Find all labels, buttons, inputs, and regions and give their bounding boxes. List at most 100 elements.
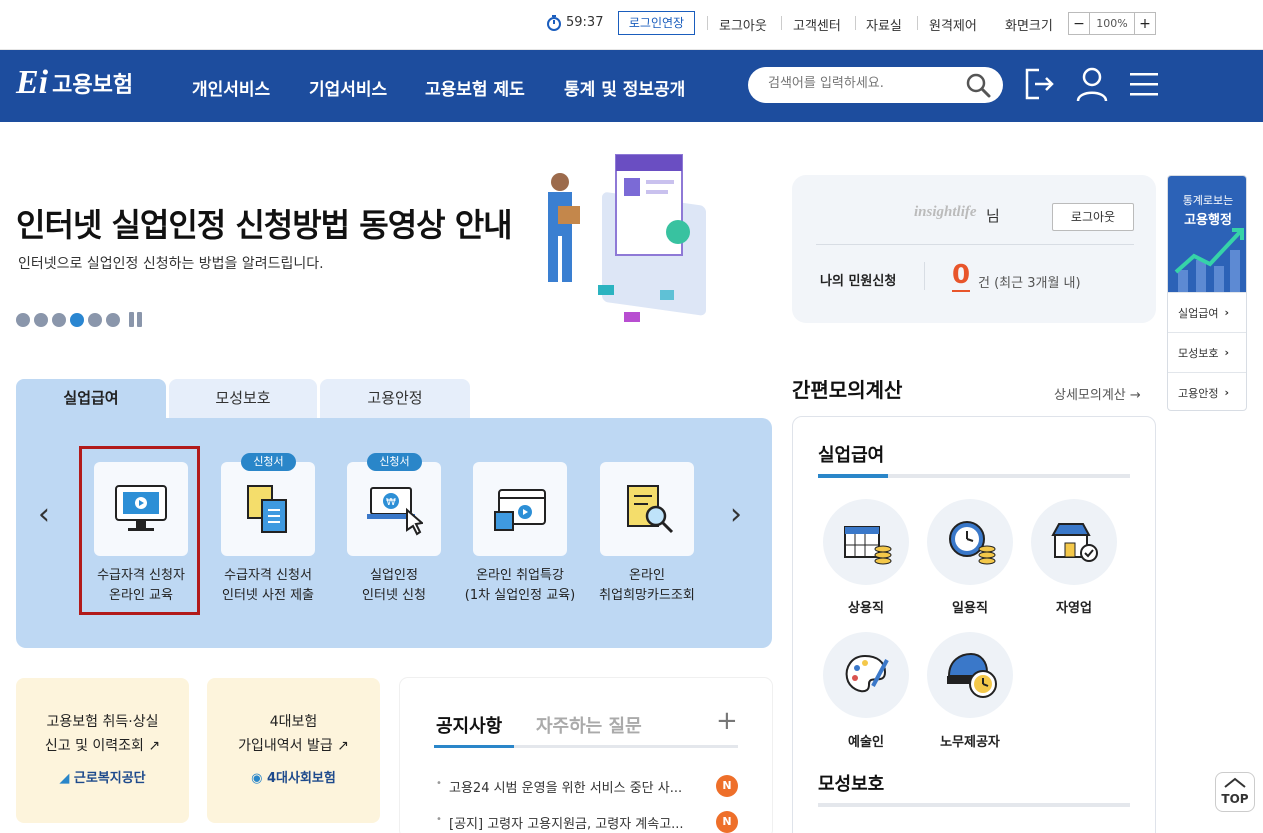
user-suffix: 님 xyxy=(986,207,1000,225)
hero-subtitle: 인터넷으로 실업인정 신청하는 방법을 알려드립니다. xyxy=(18,256,324,272)
calendar-coins-icon xyxy=(844,526,892,565)
video-player-icon xyxy=(494,489,546,531)
extend-login-button[interactable]: 로그인연장 xyxy=(618,11,695,35)
hamburger-menu-icon[interactable] xyxy=(1130,72,1158,102)
logo-mark: Ei xyxy=(16,64,49,101)
calculator-title: 간편모의계산 xyxy=(792,378,903,402)
chevron-right-icon: › xyxy=(1224,386,1230,399)
slide-dot[interactable] xyxy=(16,312,30,327)
utility-bar: 59:37 로그인연장 로그아웃 고객센터 자료실 원격제어 화면크기 − 10… xyxy=(0,0,1263,50)
application-count[interactable]: 0 xyxy=(952,260,971,292)
side-link-employment-stability[interactable]: 고용안정 › xyxy=(1168,372,1246,410)
palette-icon xyxy=(845,654,889,693)
application-form-badge: 신청서 xyxy=(367,453,422,471)
chart-trend-icon xyxy=(1174,228,1244,292)
hero-title: 인터넷 실업인정 신청방법 동영상 안내 xyxy=(16,206,513,244)
hero-illustration xyxy=(520,150,720,334)
divider xyxy=(855,16,856,30)
external-link-icon: ↗ xyxy=(148,738,161,754)
notice-item[interactable]: [공지] 고령자 고용지원금, 고령자 계속고... xyxy=(449,813,684,832)
stats-banner-line1: 통계로보는 xyxy=(1182,194,1234,207)
service-online-certification[interactable]: ₩ xyxy=(347,462,441,556)
tab-faq[interactable]: 자주하는 질문 xyxy=(536,712,642,738)
slide-dot-active[interactable] xyxy=(70,312,84,327)
side-link-unemployment[interactable]: 실업급여 › xyxy=(1168,292,1246,332)
side-link-maternity[interactable]: 모성보호 › xyxy=(1168,332,1246,372)
card-org: ◉ 4대사회보험 xyxy=(251,771,336,786)
session-timer: 59:37 xyxy=(566,15,604,30)
menu-statistics[interactable]: 통계 및 정보공개 xyxy=(564,75,685,100)
search-box xyxy=(748,67,1003,103)
social-insurance-logo-icon: ◉ xyxy=(251,771,263,786)
user-icon[interactable] xyxy=(1075,66,1109,106)
chevron-right-icon: › xyxy=(1224,346,1230,359)
screen-size-label: 화면크기 xyxy=(1005,19,1053,34)
divider xyxy=(924,262,925,290)
card-four-insurance[interactable]: 4대보험 가입내역서 발급 ↗ ◉ 4대사회보험 xyxy=(207,678,380,823)
stats-banner[interactable]: 통계로보는 고용행정 xyxy=(1168,176,1246,292)
menu-insurance-system[interactable]: 고용보험 제도 xyxy=(425,75,525,100)
user-panel xyxy=(792,175,1156,323)
tab-unemployment[interactable]: 실업급여 xyxy=(16,379,166,419)
card-insurance-history[interactable]: 고용보험 취득·상실 신고 및 이력조회 ↗ ◢ 근로복지공단 xyxy=(16,678,189,823)
detailed-calculator-link[interactable]: 상세모의계산 → xyxy=(1054,384,1141,403)
tab-maternity[interactable]: 모성보호 xyxy=(169,379,317,419)
panel-logout-button[interactable]: 로그아웃 xyxy=(1052,203,1134,231)
service-label: 실업인정 인터넷 신청 xyxy=(362,568,426,603)
menu-business[interactable]: 기업서비스 xyxy=(309,75,387,100)
zoom-value: 100% xyxy=(1089,13,1135,34)
zoom-out-button[interactable]: − xyxy=(1069,13,1089,34)
application-form-badge: 신청서 xyxy=(241,453,296,471)
section-maternity: 모성보호 xyxy=(818,774,885,795)
selection-highlight xyxy=(79,446,200,615)
calc-label: 자영업 xyxy=(1056,601,1092,616)
chevron-left-icon[interactable]: ‹ xyxy=(38,497,50,532)
calc-daily-worker[interactable] xyxy=(927,499,1013,585)
main-nav: Ei 고용보험 개인서비스 기업서비스 고용보험 제도 통계 및 정보공개 xyxy=(0,50,1263,122)
slide-dot[interactable] xyxy=(88,312,102,327)
library-link[interactable]: 자료실 xyxy=(866,15,902,34)
section-underline xyxy=(818,474,1130,478)
documents-icon xyxy=(247,485,287,533)
stopwatch-icon xyxy=(546,15,562,35)
more-plus-icon[interactable]: + xyxy=(716,706,738,736)
pause-icon[interactable] xyxy=(129,312,142,327)
bullet: • xyxy=(436,778,442,789)
stats-side-widget: 통계로보는 고용행정 실업급여 › 모성보호 › 고용안정 › xyxy=(1167,175,1247,411)
remote-control-link[interactable]: 원격제어 xyxy=(929,15,977,34)
calc-labor-provider[interactable] xyxy=(927,632,1013,718)
logout-link[interactable]: 로그아웃 xyxy=(719,15,767,34)
tab-notice[interactable]: 공지사항 xyxy=(436,712,502,738)
menu-personal[interactable]: 개인서비스 xyxy=(192,75,270,100)
divider xyxy=(707,16,708,30)
search-input[interactable] xyxy=(768,76,948,91)
external-link-icon: ↗ xyxy=(337,738,349,754)
service-label: 온라인 취업특강 (1차 실업인정 교육) xyxy=(464,568,576,603)
application-count-unit: 건 (최근 3개월 내) xyxy=(978,276,1081,291)
customer-center-link[interactable]: 고객센터 xyxy=(793,15,841,34)
service-online-lecture[interactable] xyxy=(473,462,567,556)
site-logo[interactable]: Ei 고용보험 xyxy=(16,64,133,102)
slide-dot[interactable] xyxy=(34,312,48,327)
logout-icon[interactable] xyxy=(1023,66,1055,106)
zoom-in-button[interactable]: + xyxy=(1135,13,1155,34)
notice-item[interactable]: 고용24 시범 운영을 위한 서비스 중단 사... xyxy=(449,777,682,796)
search-icon[interactable] xyxy=(965,72,991,102)
service-job-card-lookup[interactable] xyxy=(600,462,694,556)
calc-artist[interactable] xyxy=(823,632,909,718)
calc-self-employed[interactable] xyxy=(1031,499,1117,585)
service-presubmit-application[interactable] xyxy=(221,462,315,556)
calc-regular-worker[interactable] xyxy=(823,499,909,585)
tab-employment-stability[interactable]: 고용안정 xyxy=(320,379,470,419)
scroll-top-button[interactable]: TOP xyxy=(1215,772,1255,812)
divider xyxy=(781,16,782,30)
chevron-right-icon[interactable]: › xyxy=(730,497,742,532)
divider xyxy=(816,244,1134,245)
service-label: 온라인 취업희망카드조회 xyxy=(599,568,695,603)
slide-dot[interactable] xyxy=(106,312,120,327)
clock-coins-icon xyxy=(949,521,996,565)
slide-dot[interactable] xyxy=(52,312,66,327)
calc-label: 상용직 xyxy=(848,601,884,616)
laptop-click-icon: ₩ xyxy=(367,487,423,536)
notice-panel xyxy=(400,678,772,833)
